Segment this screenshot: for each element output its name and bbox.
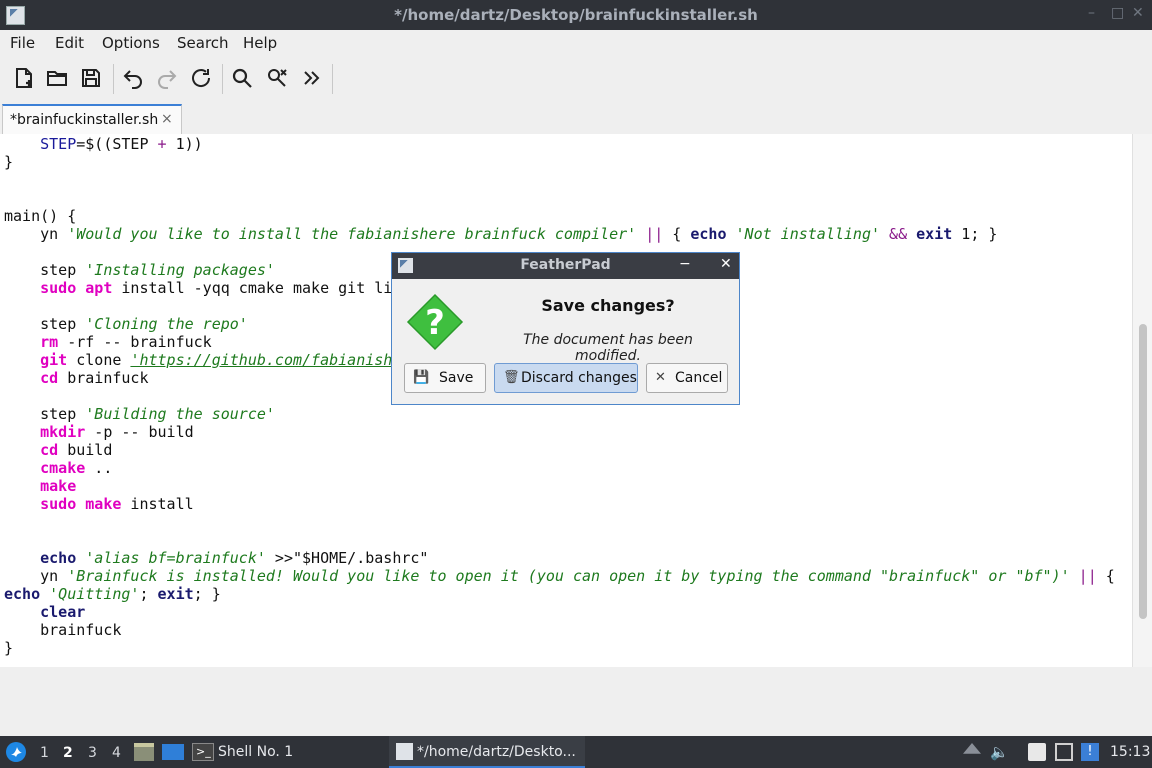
dialog-minimize-button[interactable]: − xyxy=(679,256,691,272)
cancel-icon: ✕ xyxy=(655,370,666,385)
discard-changes-button[interactable]: 🗑 Discard changes xyxy=(494,363,638,393)
featherpad-task-icon xyxy=(396,743,413,760)
window-title: */home/dartz/Desktop/brainfuckinstaller.… xyxy=(394,6,758,24)
task-featherpad[interactable]: */home/dartz/Deskto... xyxy=(389,736,585,768)
file-manager-icon[interactable] xyxy=(134,743,154,761)
toolbar xyxy=(0,56,1152,102)
scrollbar-thumb[interactable] xyxy=(1139,324,1147,619)
save-button-label: Save xyxy=(439,370,474,386)
notification-icon[interactable]: ! xyxy=(1081,743,1099,761)
vertical-scrollbar[interactable] xyxy=(1132,134,1152,667)
task-shell[interactable]: Shell No. 1 xyxy=(218,744,293,760)
more-icon[interactable] xyxy=(300,66,324,90)
tab-close-icon[interactable]: × xyxy=(161,111,173,127)
minimize-window-button[interactable]: – xyxy=(1088,5,1095,21)
dialog-titlebar[interactable]: FeatherPad − ✕ xyxy=(392,253,739,279)
show-desktop-icon[interactable] xyxy=(162,744,184,760)
reload-icon[interactable] xyxy=(189,66,213,90)
tab-bar: *brainfuckinstaller.sh × xyxy=(0,102,1152,135)
save-icon[interactable] xyxy=(79,66,103,90)
replace-icon[interactable] xyxy=(265,66,289,90)
workspace-1[interactable]: 1 xyxy=(40,745,49,761)
menu-help[interactable]: Help xyxy=(243,34,277,52)
dialog-heading: Save changes? xyxy=(541,296,675,315)
window-titlebar[interactable]: */home/dartz/Desktop/brainfuckinstaller.… xyxy=(0,0,1152,30)
workspace-4[interactable]: 4 xyxy=(112,745,121,761)
save-button[interactable]: 💾 Save xyxy=(404,363,486,393)
tab-brainfuckinstaller[interactable]: *brainfuckinstaller.sh × xyxy=(2,104,182,134)
question-mark: ? xyxy=(425,303,445,343)
undo-icon[interactable] xyxy=(121,66,145,90)
cancel-button-label: Cancel xyxy=(675,370,723,386)
workspace-3[interactable]: 3 xyxy=(88,745,97,761)
toolbar-separator xyxy=(332,64,333,94)
cancel-button[interactable]: ✕ Cancel xyxy=(646,363,728,393)
save-icon: 💾 xyxy=(413,370,430,385)
tab-label: *brainfuckinstaller.sh xyxy=(10,112,159,128)
redo-icon[interactable] xyxy=(155,66,179,90)
menu-options[interactable]: Options xyxy=(102,34,160,52)
discard-button-label: Discard changes xyxy=(521,370,637,386)
volume-icon[interactable]: 🔈 xyxy=(990,743,1009,761)
network-icon[interactable] xyxy=(1055,743,1073,761)
menu-file[interactable]: File xyxy=(10,34,35,52)
question-icon: ? xyxy=(406,293,464,351)
dialog-message: The document has been modified. xyxy=(523,332,693,364)
menu-bar: File Edit Options Search Help xyxy=(0,30,1152,56)
menu-edit[interactable]: Edit xyxy=(55,34,84,52)
maximize-window-button[interactable]: □ xyxy=(1111,5,1124,21)
terminal-icon: >_ xyxy=(192,743,214,761)
task-featherpad-label: */home/dartz/Deskto... xyxy=(417,744,576,760)
find-icon[interactable] xyxy=(230,66,254,90)
close-window-button[interactable]: ✕ xyxy=(1132,5,1144,21)
new-document-icon[interactable] xyxy=(12,66,36,90)
editor-bottom-area xyxy=(0,667,1152,736)
tray-arrow-icon[interactable] xyxy=(963,743,981,754)
clipboard-icon[interactable] xyxy=(1028,743,1046,761)
toolbar-separator xyxy=(222,64,223,94)
clock: 15:13 xyxy=(1110,744,1151,760)
start-menu-icon[interactable] xyxy=(5,741,27,763)
dialog-close-button[interactable]: ✕ xyxy=(720,256,732,272)
taskbar: 1 2 3 4 >_ Shell No. 1 */home/dartz/Desk… xyxy=(0,736,1152,768)
open-folder-icon[interactable] xyxy=(45,66,69,90)
trash-icon: 🗑 xyxy=(503,370,520,385)
toolbar-separator xyxy=(113,64,114,94)
save-changes-dialog: FeatherPad − ✕ ? Save changes? The docum… xyxy=(391,252,740,405)
workspace-2[interactable]: 2 xyxy=(63,745,73,761)
menu-search[interactable]: Search xyxy=(177,34,229,52)
